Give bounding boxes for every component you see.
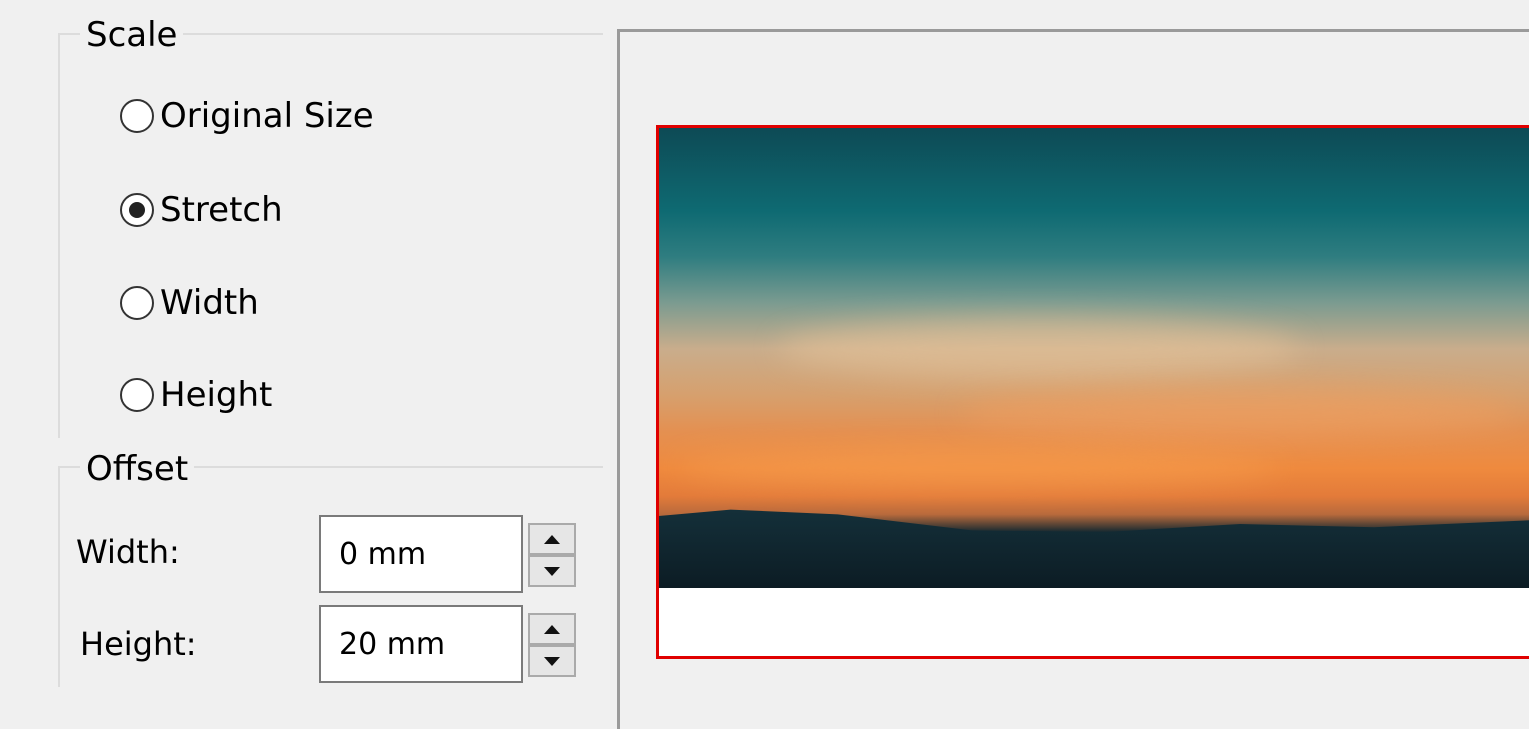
cloud-streak [679, 448, 1279, 488]
offset-height-spinner[interactable] [524, 605, 582, 683]
radio-height[interactable]: Height [120, 375, 272, 415]
offset-height-label: Height: [80, 625, 197, 663]
arrow-down-icon [544, 566, 560, 576]
radio-original-size[interactable]: Original Size [120, 96, 374, 136]
radio-label: Original Size [160, 96, 374, 136]
radio-label: Width [160, 283, 259, 323]
radio-width[interactable]: Width [120, 283, 259, 323]
spin-up-button[interactable] [528, 523, 576, 555]
offset-width-input[interactable]: 0 mm [319, 515, 523, 593]
radio-button-icon[interactable] [120, 286, 154, 320]
spin-down-button[interactable] [528, 645, 576, 677]
background-image-sunset [659, 128, 1529, 588]
radio-button-icon[interactable] [120, 99, 154, 133]
arrow-up-icon [544, 624, 560, 634]
radio-stretch[interactable]: Stretch [120, 190, 283, 230]
spin-down-button[interactable] [528, 555, 576, 587]
arrow-up-icon [544, 534, 560, 544]
radio-label: Height [160, 375, 273, 415]
cloud-streak [779, 318, 1299, 378]
offset-width-label: Width: [76, 533, 180, 571]
radio-button-icon[interactable] [120, 378, 154, 412]
scale-group-legend: Scale [80, 18, 184, 52]
offset-height-input[interactable]: 20 mm [319, 605, 523, 683]
cloud-streak [959, 388, 1519, 438]
scale-group-left-line [58, 33, 60, 438]
spin-up-button[interactable] [528, 613, 576, 645]
offset-group-left-line [58, 466, 60, 687]
preview-page [656, 125, 1529, 659]
radio-label: Stretch [160, 190, 283, 230]
arrow-down-icon [544, 656, 560, 666]
hills-silhouette [659, 509, 1529, 588]
offset-group-legend: Offset [80, 452, 195, 486]
offset-width-spinner[interactable] [524, 515, 582, 593]
radio-button-selected-icon[interactable] [120, 193, 154, 227]
